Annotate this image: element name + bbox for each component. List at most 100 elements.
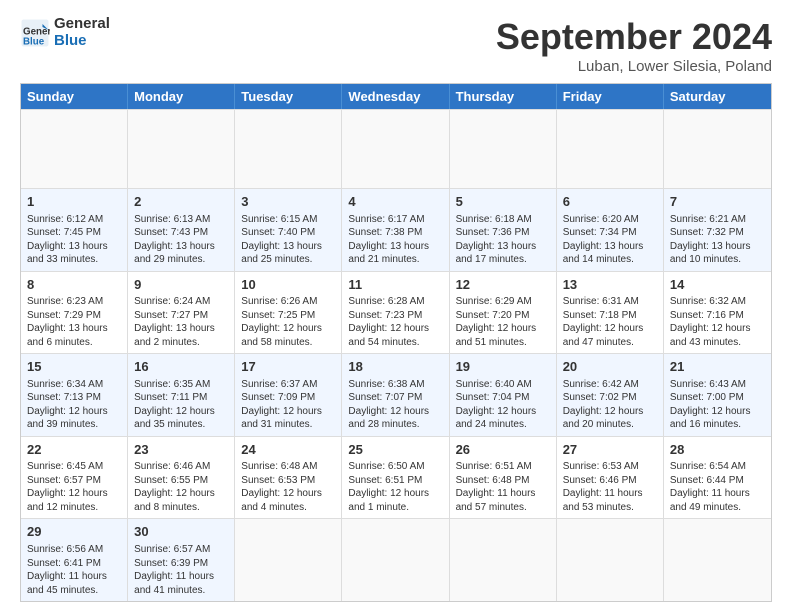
day-info-line: Sunrise: 6:15 AM (241, 213, 335, 227)
calendar-cell: 22Sunrise: 6:45 AMSunset: 6:57 PMDayligh… (21, 437, 128, 519)
day-info-line: Daylight: 11 hours (670, 487, 765, 501)
day-info-line: Sunset: 7:34 PM (563, 226, 657, 240)
header: General Blue General Blue September 2024… (20, 16, 772, 75)
day-info-line: and 17 minutes. (456, 253, 550, 267)
day-info-line: Sunrise: 6:51 AM (456, 460, 550, 474)
day-number: 18 (348, 358, 442, 376)
day-number: 8 (27, 276, 121, 294)
day-info-line: and 43 minutes. (670, 336, 765, 350)
day-info-line: Sunset: 7:16 PM (670, 309, 765, 323)
day-info-line: Daylight: 12 hours (348, 487, 442, 501)
day-info-line: Daylight: 13 hours (27, 240, 121, 254)
day-info-line: and 51 minutes. (456, 336, 550, 350)
calendar-cell: 29Sunrise: 6:56 AMSunset: 6:41 PMDayligh… (21, 519, 128, 601)
day-info-line: Sunset: 6:44 PM (670, 474, 765, 488)
day-info-line: and 16 minutes. (670, 418, 765, 432)
calendar-cell-empty (128, 110, 235, 188)
calendar-header-cell: Tuesday (235, 84, 342, 109)
calendar-row: 22Sunrise: 6:45 AMSunset: 6:57 PMDayligh… (21, 436, 771, 519)
day-info-line: and 8 minutes. (134, 501, 228, 515)
calendar-cell-empty (664, 110, 771, 188)
day-info-line: Sunset: 7:00 PM (670, 391, 765, 405)
day-info-line: Daylight: 13 hours (27, 322, 121, 336)
calendar-header: SundayMondayTuesdayWednesdayThursdayFrid… (21, 84, 771, 109)
calendar-cell: 6Sunrise: 6:20 AMSunset: 7:34 PMDaylight… (557, 189, 664, 271)
day-info-line: Sunset: 7:09 PM (241, 391, 335, 405)
day-info-line: and 58 minutes. (241, 336, 335, 350)
day-number: 14 (670, 276, 765, 294)
day-info-line: Sunrise: 6:56 AM (27, 543, 121, 557)
day-info-line: and 53 minutes. (563, 501, 657, 515)
calendar-row: 8Sunrise: 6:23 AMSunset: 7:29 PMDaylight… (21, 271, 771, 354)
day-number: 21 (670, 358, 765, 376)
day-info-line: Sunrise: 6:26 AM (241, 295, 335, 309)
logo: General Blue General Blue (20, 16, 110, 49)
day-info-line: Daylight: 12 hours (563, 322, 657, 336)
day-info-line: Daylight: 12 hours (241, 405, 335, 419)
calendar-cell-empty (342, 519, 449, 601)
day-info-line: Daylight: 12 hours (348, 405, 442, 419)
day-info-line: Sunset: 7:32 PM (670, 226, 765, 240)
calendar-cell: 9Sunrise: 6:24 AMSunset: 7:27 PMDaylight… (128, 272, 235, 354)
day-info-line: and 4 minutes. (241, 501, 335, 515)
day-info-line: Sunset: 7:29 PM (27, 309, 121, 323)
day-info-line: Sunrise: 6:20 AM (563, 213, 657, 227)
day-info-line: Sunrise: 6:24 AM (134, 295, 228, 309)
logo-text-general: General (54, 16, 110, 33)
day-info-line: Daylight: 13 hours (670, 240, 765, 254)
day-number: 3 (241, 193, 335, 211)
day-info-line: Daylight: 12 hours (134, 405, 228, 419)
day-info-line: Daylight: 13 hours (134, 240, 228, 254)
calendar-cell: 5Sunrise: 6:18 AMSunset: 7:36 PMDaylight… (450, 189, 557, 271)
day-info-line: Sunrise: 6:31 AM (563, 295, 657, 309)
day-info-line: and 35 minutes. (134, 418, 228, 432)
day-info-line: and 24 minutes. (456, 418, 550, 432)
day-info-line: Daylight: 12 hours (241, 322, 335, 336)
calendar-cell: 25Sunrise: 6:50 AMSunset: 6:51 PMDayligh… (342, 437, 449, 519)
day-info-line: Sunset: 7:18 PM (563, 309, 657, 323)
day-info-line: and 12 minutes. (27, 501, 121, 515)
calendar-body: 1Sunrise: 6:12 AMSunset: 7:45 PMDaylight… (21, 109, 771, 601)
calendar-cell: 12Sunrise: 6:29 AMSunset: 7:20 PMDayligh… (450, 272, 557, 354)
day-info-line: Sunrise: 6:50 AM (348, 460, 442, 474)
day-info-line: and 57 minutes. (456, 501, 550, 515)
day-number: 29 (27, 523, 121, 541)
day-info-line: Sunrise: 6:17 AM (348, 213, 442, 227)
day-info-line: Sunrise: 6:54 AM (670, 460, 765, 474)
month-title: September 2024 (496, 16, 772, 58)
day-info-line: and 29 minutes. (134, 253, 228, 267)
calendar-header-cell: Wednesday (342, 84, 449, 109)
day-info-line: Sunrise: 6:38 AM (348, 378, 442, 392)
day-info-line: Sunrise: 6:28 AM (348, 295, 442, 309)
day-info-line: Sunset: 7:38 PM (348, 226, 442, 240)
day-info-line: and 10 minutes. (670, 253, 765, 267)
day-info-line: Sunset: 6:39 PM (134, 557, 228, 571)
calendar-cell-empty (450, 519, 557, 601)
page: General Blue General Blue September 2024… (0, 0, 792, 612)
day-info-line: Daylight: 11 hours (563, 487, 657, 501)
day-number: 7 (670, 193, 765, 211)
calendar-header-cell: Sunday (21, 84, 128, 109)
day-info-line: Daylight: 12 hours (241, 487, 335, 501)
day-info-line: and 31 minutes. (241, 418, 335, 432)
day-info-line: Sunrise: 6:57 AM (134, 543, 228, 557)
calendar-header-cell: Friday (557, 84, 664, 109)
day-number: 9 (134, 276, 228, 294)
location: Luban, Lower Silesia, Poland (496, 58, 772, 75)
day-info-line: Sunset: 7:13 PM (27, 391, 121, 405)
calendar-cell: 18Sunrise: 6:38 AMSunset: 7:07 PMDayligh… (342, 354, 449, 436)
day-info-line: Sunrise: 6:35 AM (134, 378, 228, 392)
calendar-cell: 17Sunrise: 6:37 AMSunset: 7:09 PMDayligh… (235, 354, 342, 436)
day-info-line: Daylight: 12 hours (27, 487, 121, 501)
day-info-line: Sunrise: 6:23 AM (27, 295, 121, 309)
title-block: September 2024 Luban, Lower Silesia, Pol… (496, 16, 772, 75)
day-info-line: and 47 minutes. (563, 336, 657, 350)
day-info-line: Daylight: 11 hours (456, 487, 550, 501)
day-info-line: Sunset: 7:02 PM (563, 391, 657, 405)
logo-text-blue: Blue (54, 33, 110, 50)
day-number: 10 (241, 276, 335, 294)
calendar-cell: 15Sunrise: 6:34 AMSunset: 7:13 PMDayligh… (21, 354, 128, 436)
day-info-line: Sunrise: 6:53 AM (563, 460, 657, 474)
day-number: 15 (27, 358, 121, 376)
calendar-cell: 11Sunrise: 6:28 AMSunset: 7:23 PMDayligh… (342, 272, 449, 354)
